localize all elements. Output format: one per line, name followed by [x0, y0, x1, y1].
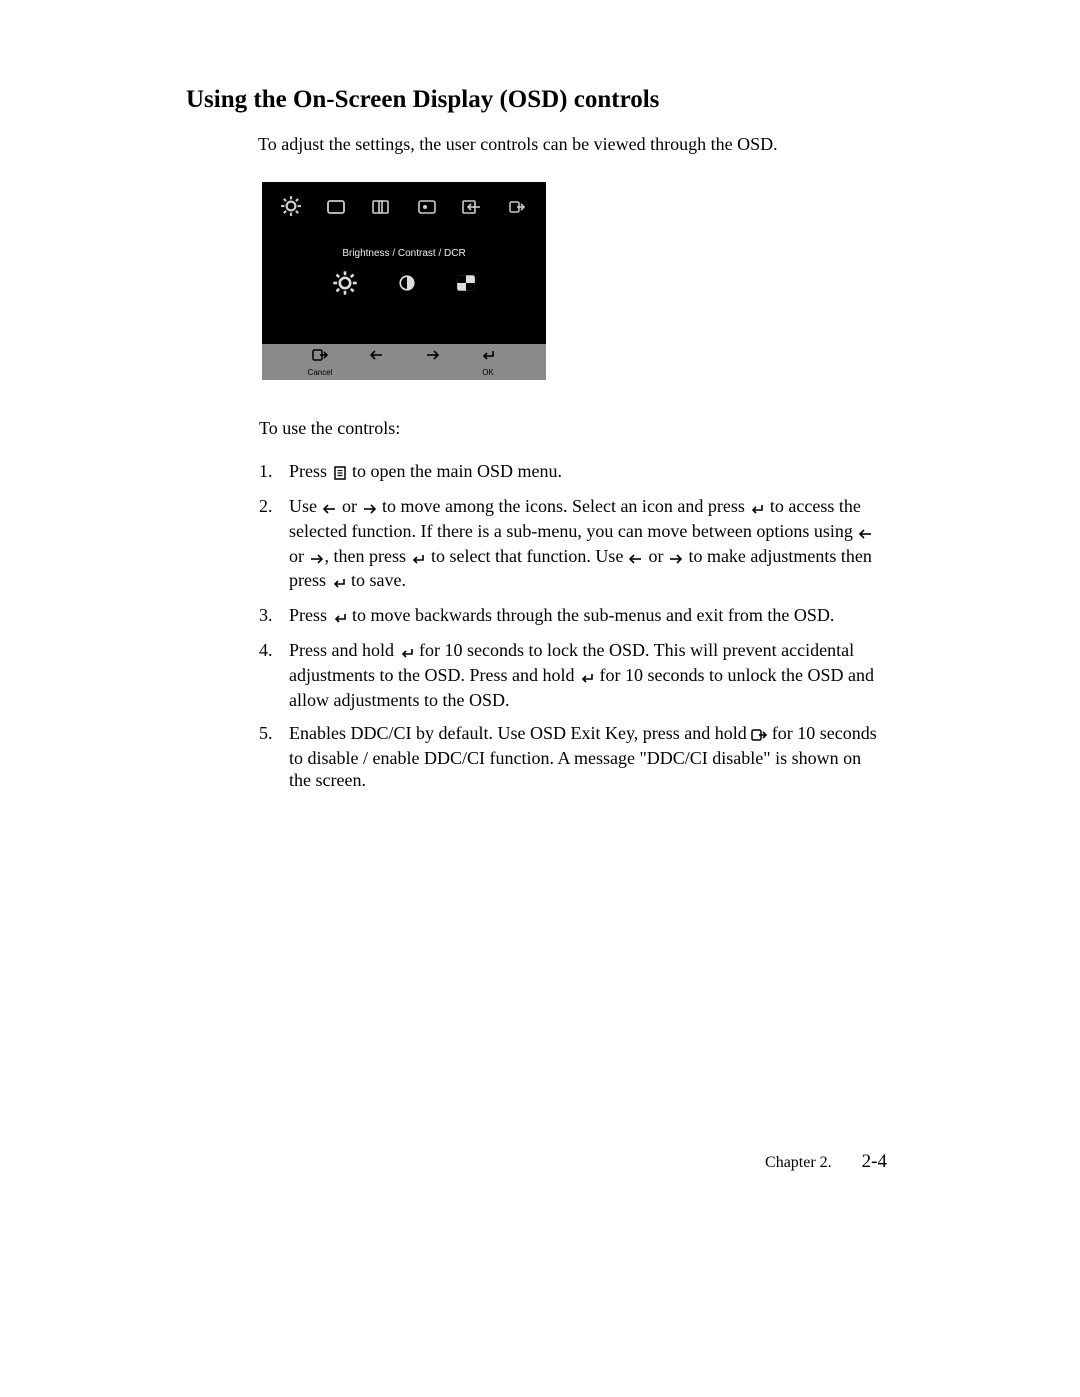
contrast-icon	[398, 274, 416, 297]
enter-icon	[331, 571, 347, 594]
enter-icon	[399, 641, 415, 664]
right-arrow-icon	[668, 547, 684, 570]
enter-icon	[332, 606, 348, 629]
enter-icon	[749, 497, 765, 520]
input-icon	[449, 196, 494, 217]
dcr-icon	[456, 274, 476, 297]
page-footer: Chapter 2. 2-4	[765, 1151, 887, 1173]
right-arrow-icon	[362, 497, 378, 520]
list-item: 4. Press and hold for 10 seconds to lock…	[259, 639, 881, 712]
list-item: 2. Use or to move among the icons. Selec…	[259, 495, 881, 594]
brightness-icon	[332, 270, 358, 301]
position-icon	[359, 196, 404, 217]
osd-footer: Cancel OK	[262, 344, 546, 380]
osd-panel-illustration: Brightness / Contrast / DCR Cancel OK	[262, 182, 546, 380]
exit-icon	[495, 196, 540, 217]
enter-icon	[460, 348, 516, 366]
screen-icon	[313, 196, 358, 217]
left-arrow-icon	[857, 522, 873, 545]
right-arrow-icon	[404, 348, 460, 366]
exit-icon	[751, 724, 767, 747]
left-arrow-icon	[348, 348, 404, 366]
right-arrow-icon	[309, 547, 325, 570]
enter-icon	[410, 547, 426, 570]
osd-section-title: Brightness / Contrast / DCR	[262, 248, 546, 259]
footer-page-number: 2-4	[862, 1151, 887, 1172]
image-icon	[404, 196, 449, 217]
list-item: 3. Press to move backwards through the s…	[259, 604, 881, 629]
page-heading: Using the On-Screen Display (OSD) contro…	[186, 86, 659, 114]
instructions-list: 1. Press to open the main OSD menu. 2. U…	[259, 450, 881, 792]
list-item: 5. Enables DDC/CI by default. Use OSD Ex…	[259, 722, 881, 793]
intro-text: To adjust the settings, the user control…	[258, 134, 778, 155]
menu-icon	[332, 462, 348, 485]
footer-chapter: Chapter 2.	[765, 1154, 832, 1171]
left-arrow-icon	[628, 547, 644, 570]
left-arrow-icon	[322, 497, 338, 520]
footer-label-cancel: Cancel	[292, 368, 348, 377]
list-item: 1. Press to open the main OSD menu.	[259, 460, 881, 485]
enter-icon	[579, 666, 595, 689]
exit-icon	[292, 348, 348, 367]
sub-heading: To use the controls:	[259, 418, 400, 439]
footer-label-ok: OK	[460, 368, 516, 377]
brightness-icon	[268, 195, 313, 217]
